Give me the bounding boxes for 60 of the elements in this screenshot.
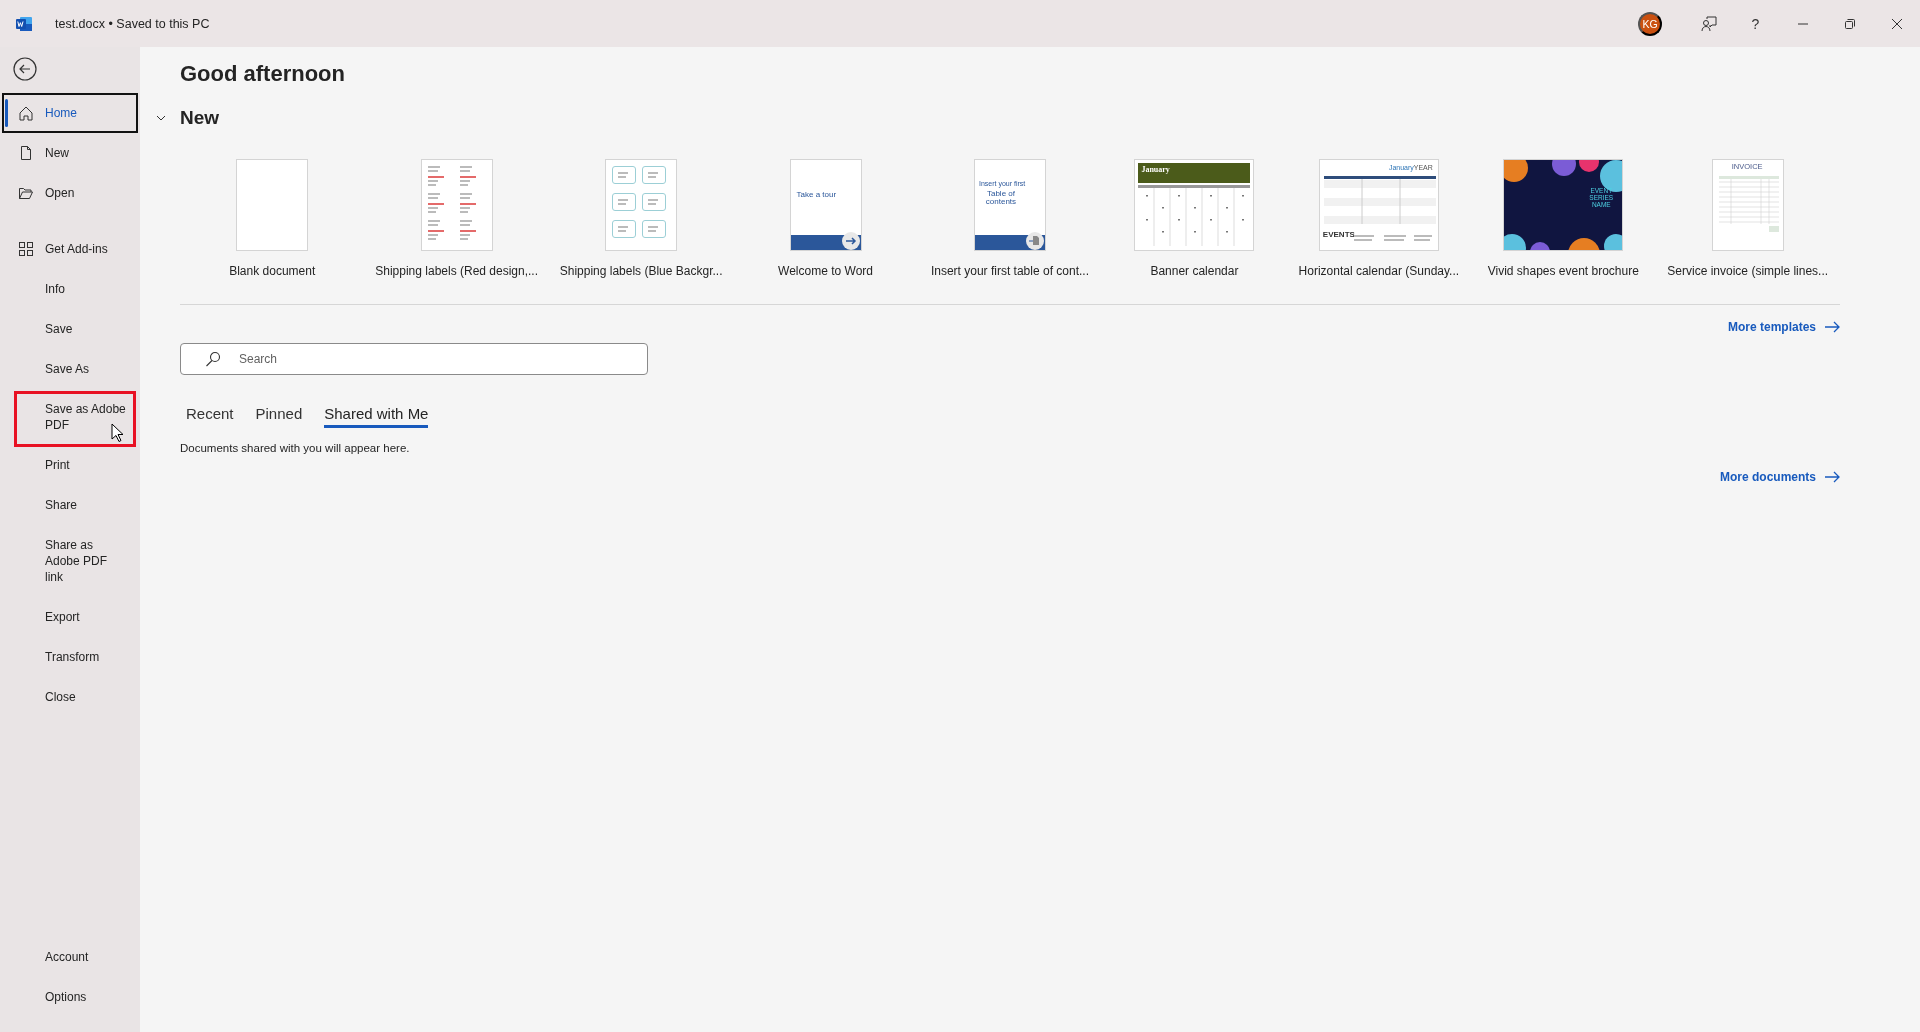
nav-item[interactable]: Account [2, 937, 138, 977]
preview-text: Take a tour [796, 191, 837, 199]
grid-icon [18, 241, 34, 257]
nav-item[interactable]: Share [2, 485, 138, 525]
template-label[interactable]: Welcome to Word [778, 264, 873, 278]
template-thumbnail[interactable] [236, 159, 309, 251]
help-button[interactable]: ? [1732, 0, 1779, 47]
word-icon[interactable] [16, 15, 32, 32]
nav-item[interactable]: Get Add-ins [2, 229, 138, 269]
nav-item[interactable]: Options [2, 977, 138, 1017]
section-toggle[interactable]: New [155, 105, 1920, 131]
banner-page-drawing [974, 232, 1045, 250]
nav-item[interactable]: Home [2, 93, 138, 133]
template-thumbnail[interactable]: Take a tour [789, 159, 862, 251]
template-label[interactable]: Service invoice (simple lines... [1667, 264, 1829, 278]
template-label[interactable]: Horizontal calendar (Sunday... [1298, 264, 1460, 278]
cursor-icon [111, 423, 125, 443]
nav-item[interactable]: Close [2, 677, 138, 717]
banner-arrow-drawing [790, 232, 861, 250]
search-field[interactable]: Search [180, 343, 648, 375]
arrow-right-icon [1824, 321, 1840, 333]
nav-item[interactable]: Save [2, 309, 138, 349]
nav-item[interactable]: New [2, 133, 138, 173]
document-title: test.docx • Saved to this PC [55, 16, 210, 31]
more-documents-link[interactable]: More documents [1720, 470, 1840, 484]
preview-text: EVENTS [1322, 231, 1355, 239]
home-icon [18, 105, 34, 121]
nav-item[interactable]: Print [2, 445, 138, 485]
nav-item[interactable]: Export [2, 597, 138, 637]
tab[interactable]: Shared with Me [324, 401, 429, 428]
nav-item[interactable]: Transform [2, 637, 138, 677]
restore-icon[interactable] [1843, 17, 1856, 30]
account-avatar[interactable]: KG [1638, 11, 1662, 36]
more-templates-link[interactable]: More templates [1727, 320, 1840, 334]
tab[interactable]: Recent [186, 401, 234, 428]
empty-message: Documents shared with you will appear here. [180, 442, 411, 454]
nav-item[interactable]: Open [2, 173, 138, 213]
tab[interactable]: Pinned [255, 401, 303, 428]
document-icon [18, 145, 34, 161]
nav-item[interactable]: Save As [2, 349, 138, 389]
template-thumbnail[interactable] [605, 159, 678, 251]
nav-item[interactable]: Save as Adobe PDF [2, 389, 138, 445]
template-label[interactable]: Vivid shapes event brochure [1487, 264, 1639, 278]
nav-item[interactable]: Info [2, 269, 138, 309]
template-label[interactable]: Insert your first table of cont... [930, 264, 1089, 278]
back-icon[interactable] [13, 57, 37, 81]
close-icon[interactable] [1890, 17, 1903, 30]
template-label[interactable]: Shipping labels (Blue Backgr... [559, 264, 723, 278]
template-thumbnail[interactable] [420, 159, 493, 251]
preview-text: January [1141, 166, 1170, 174]
greeting-heading: Good afternoon [180, 60, 346, 88]
nav-item[interactable]: Share as Adobe PDF link [2, 525, 138, 597]
template-label[interactable]: Blank document [229, 264, 316, 278]
preview-text: Table of contents [984, 190, 1018, 206]
folder-icon [18, 185, 34, 201]
template-label[interactable]: Banner calendar [1150, 264, 1239, 278]
template-thumbnail[interactable]: January [1134, 159, 1255, 251]
arrow-right-icon [1824, 471, 1840, 483]
feedback-icon[interactable] [1700, 15, 1717, 32]
template-label[interactable]: Shipping labels (Red design,... [375, 264, 539, 278]
